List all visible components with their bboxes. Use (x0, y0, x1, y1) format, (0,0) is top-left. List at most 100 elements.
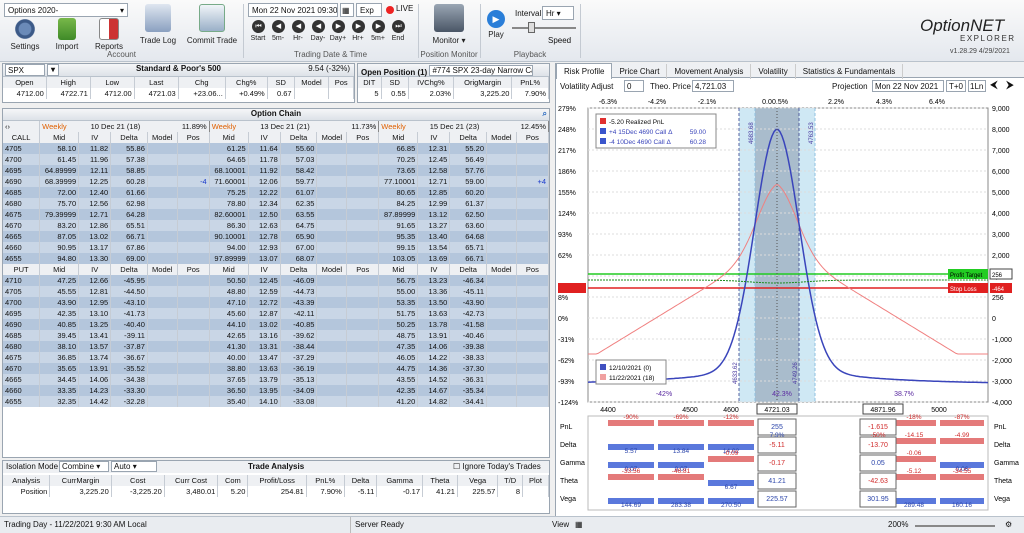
put-row[interactable]: 4665 34.45 14.06 -34.38 37.65 13.79 -35.13 43.5… (3, 374, 550, 385)
model-cell[interactable] (486, 352, 517, 363)
chain-cell[interactable]: 13.23 (417, 275, 451, 286)
chain-cell[interactable]: 14.23 (78, 385, 112, 396)
chain-cell[interactable]: 44.10 (209, 319, 249, 330)
speed-slider-thumb[interactable] (528, 22, 535, 33)
chain-cell[interactable]: 67.86 (110, 242, 148, 253)
chain-cell[interactable]: 13.57 (78, 341, 112, 352)
model-cell[interactable] (316, 275, 348, 286)
strategy-select[interactable]: Options 2020- ▾ (4, 3, 128, 17)
isolation-mode-select[interactable]: Combine ▾ (59, 461, 109, 472)
chain-cell[interactable] (346, 220, 380, 231)
chain-cell[interactable]: 73.65 (378, 165, 419, 176)
chain-cell[interactable]: 58.10 (39, 143, 80, 154)
one-ln-button[interactable]: 1Ln (968, 80, 986, 92)
chain-cell[interactable]: 35.40 (209, 396, 249, 407)
chain-cell[interactable]: 13.25 (78, 319, 112, 330)
chain-cell[interactable] (147, 187, 178, 198)
chain-cell[interactable]: 56.49 (449, 154, 487, 165)
chain-cell[interactable]: 40.00 (209, 352, 249, 363)
chain-cell[interactable]: -39.38 (449, 341, 487, 352)
t0-button[interactable]: T+0 (946, 80, 966, 92)
tab-0[interactable]: Risk Profile (556, 63, 613, 79)
model-cell[interactable] (486, 297, 517, 308)
chain-cell[interactable]: -43.10 (110, 297, 148, 308)
chain-cell[interactable] (147, 253, 178, 264)
chain-cell[interactable]: 38.80 (209, 363, 249, 374)
chain-cell[interactable]: 13.31 (248, 341, 281, 352)
chain-cell[interactable]: 36.85 (39, 352, 80, 363)
chain-cell[interactable]: 57.38 (110, 154, 148, 165)
tab-1[interactable]: Price Chart (612, 64, 668, 79)
model-cell[interactable] (486, 396, 517, 407)
chain-cell[interactable]: -37.87 (110, 341, 148, 352)
chain-cell[interactable] (486, 253, 517, 264)
exp-toggle[interactable]: Exp (356, 3, 382, 17)
chain-cell[interactable]: 13.50 (417, 297, 451, 308)
chain-cell[interactable]: 44.75 (378, 363, 419, 374)
chain-cell[interactable]: 34.45 (39, 374, 80, 385)
chain-cell[interactable]: -38.33 (449, 352, 487, 363)
chain-cell[interactable]: 12.45 (248, 275, 281, 286)
chain-cell[interactable]: 13.10 (78, 308, 112, 319)
chain-cell[interactable]: -34.41 (449, 396, 487, 407)
chain-cell[interactable] (346, 176, 380, 187)
chain-cell[interactable]: 57.03 (280, 154, 318, 165)
chain-cell[interactable]: 62.35 (280, 198, 318, 209)
search-icon[interactable]: ⌕ (543, 109, 547, 119)
chain-cell[interactable]: 91.65 (378, 220, 419, 231)
chain-cell[interactable]: 11.82 (78, 143, 112, 154)
expiry-nav[interactable]: ‹› (3, 121, 41, 132)
forward-arrow-icon[interactable]: ⮞ (1006, 79, 1014, 92)
call-row[interactable]: 4670 83.20 12.86 65.51 86.30 12.63 64.75 91.65 1… (3, 220, 550, 231)
chain-cell[interactable]: -43.39 (280, 297, 318, 308)
pos-cell[interactable] (177, 286, 210, 297)
chain-cell[interactable]: 13.07 (248, 253, 281, 264)
chain-cell[interactable]: 12.56 (78, 198, 112, 209)
call-row[interactable]: 4695 64.89999 12.11 58.85 68.10001 11.92 58.42… (3, 165, 550, 176)
trading-datetime-field[interactable]: Mon 22 Nov 2021 09:30 (248, 3, 338, 17)
pos-cell[interactable] (516, 374, 550, 385)
chain-cell[interactable] (316, 187, 348, 198)
put-row[interactable]: 4685 39.45 13.41 -39.11 42.65 13.16 -39.62 48.7… (3, 330, 550, 341)
chain-cell[interactable]: -35.34 (449, 385, 487, 396)
pos-cell[interactable] (177, 352, 210, 363)
chain-cell[interactable]: 70.25 (378, 154, 419, 165)
chain-cell[interactable] (147, 165, 178, 176)
chain-cell[interactable]: 61.45 (39, 154, 80, 165)
chain-cell[interactable]: 13.12 (417, 209, 451, 220)
chain-cell[interactable]: 12.85 (417, 187, 451, 198)
chain-cell[interactable] (177, 242, 210, 253)
chain-cell[interactable]: 39.45 (39, 330, 80, 341)
pos-cell[interactable] (346, 319, 380, 330)
chain-cell[interactable]: 13.54 (417, 242, 451, 253)
call-row[interactable]: 4690 68.39999 12.25 60.28 -4 71.60001 12.06 59.… (3, 176, 550, 187)
model-cell[interactable] (316, 286, 348, 297)
nav-4-button[interactable]: ▶ (332, 20, 345, 33)
nav-7-button[interactable]: ⏭ (392, 20, 405, 33)
chain-cell[interactable]: -42.11 (280, 308, 318, 319)
view-menu[interactable]: View (552, 517, 569, 533)
chain-cell[interactable] (177, 165, 210, 176)
calendar-icon[interactable]: ▦ (340, 3, 354, 17)
model-cell[interactable] (316, 297, 348, 308)
chain-cell[interactable] (346, 198, 380, 209)
chain-cell[interactable] (316, 176, 348, 187)
model-cell[interactable] (316, 308, 348, 319)
tab-3[interactable]: Volatility (751, 64, 796, 79)
chain-cell[interactable] (516, 165, 550, 176)
chain-cell[interactable]: 12.87 (248, 308, 281, 319)
chain-cell[interactable]: 12.99 (417, 198, 451, 209)
chain-cell[interactable]: 12.22 (248, 187, 281, 198)
chain-cell[interactable]: 55.60 (280, 143, 318, 154)
chain-cell[interactable]: 12.40 (78, 187, 112, 198)
model-cell[interactable] (316, 363, 348, 374)
chain-cell[interactable] (516, 154, 550, 165)
chain-cell[interactable]: 13.02 (78, 231, 112, 242)
interval-select[interactable]: Hr ▾ (542, 6, 574, 20)
chain-cell[interactable] (346, 242, 380, 253)
model-cell[interactable] (316, 374, 348, 385)
chain-cell[interactable]: 11.96 (78, 154, 112, 165)
pos-cell[interactable] (346, 385, 380, 396)
chain-cell[interactable]: 14.42 (78, 396, 112, 407)
put-row[interactable]: 4675 36.85 13.74 -36.67 40.00 13.47 -37.29 46.0… (3, 352, 550, 363)
